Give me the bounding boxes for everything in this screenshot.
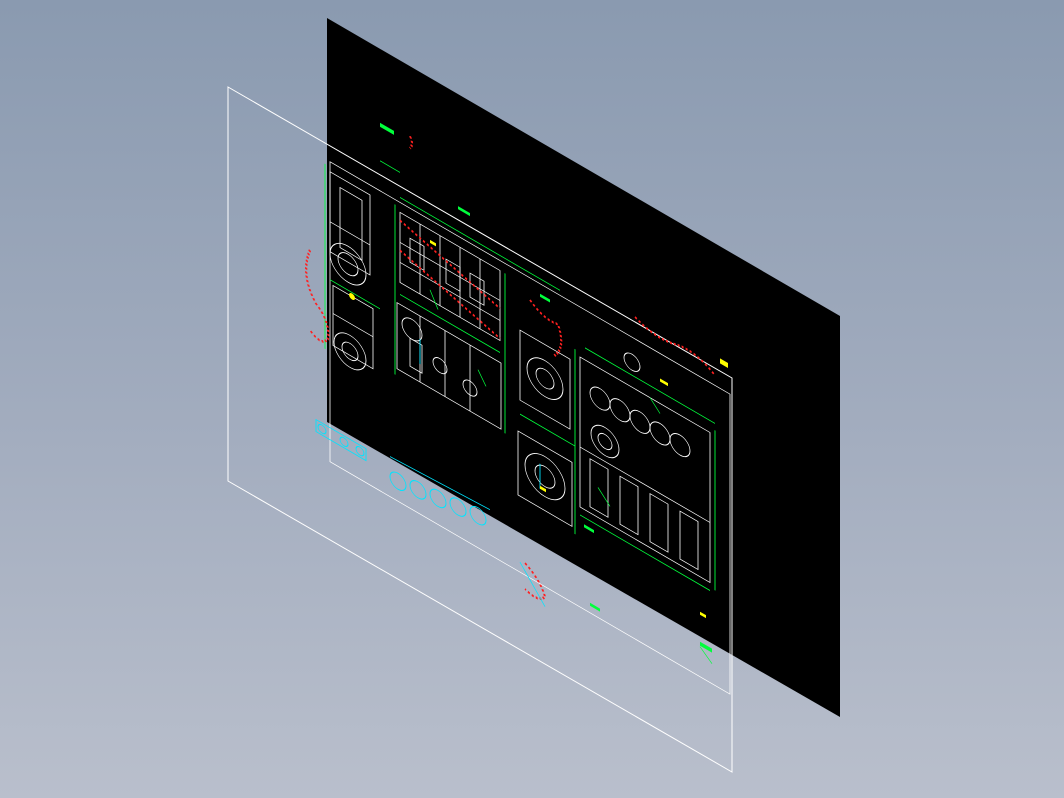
cad-scene bbox=[227, 18, 840, 773]
cad-3d-viewport[interactable] bbox=[0, 0, 1064, 798]
drawing-sheet bbox=[327, 18, 840, 717]
